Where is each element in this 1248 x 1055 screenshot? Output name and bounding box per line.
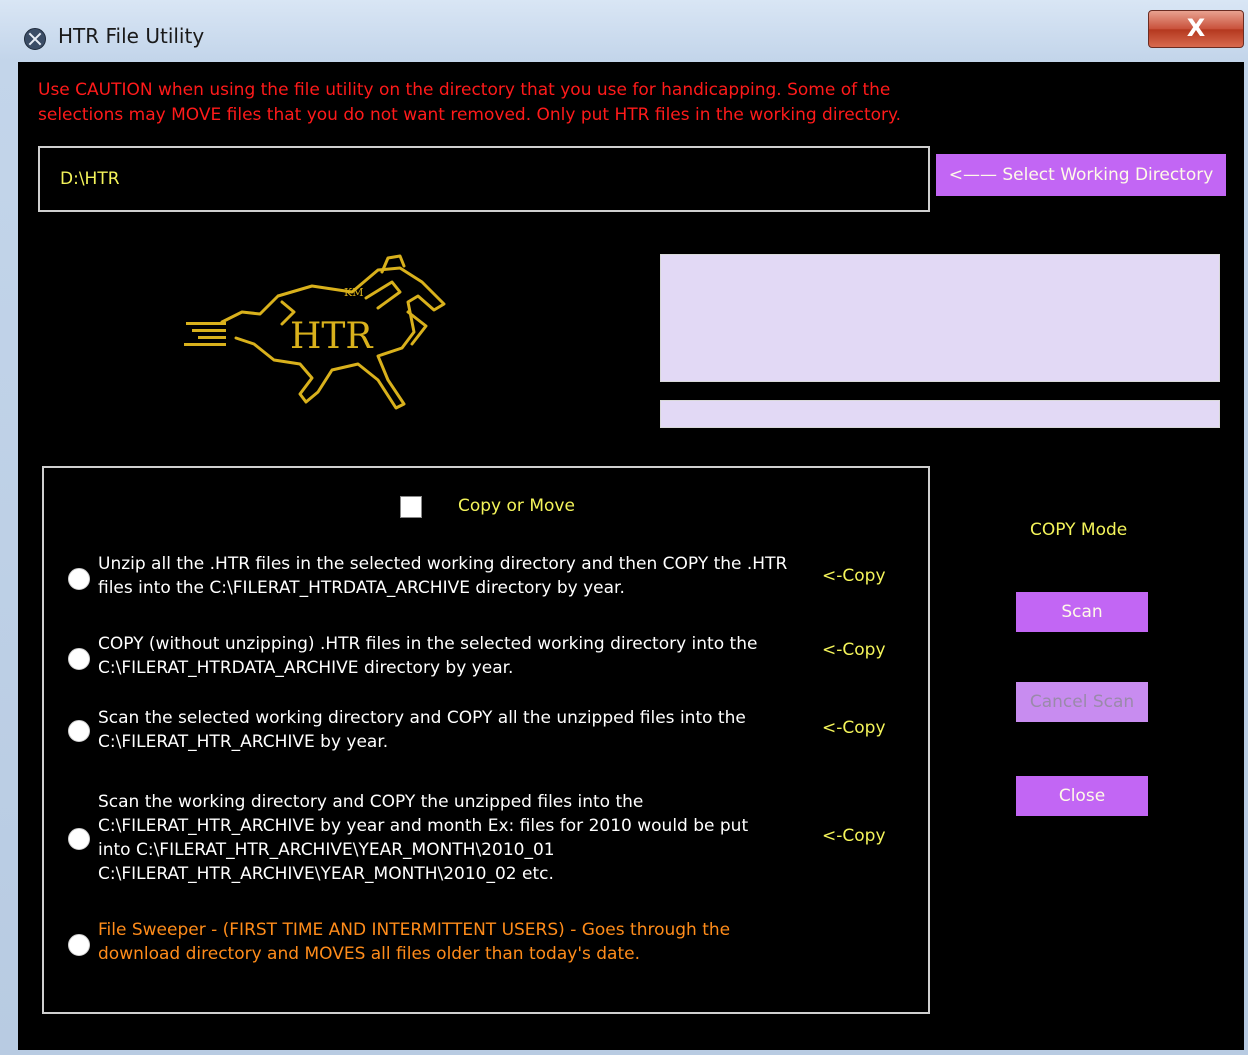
radio-scan-copy-by-month[interactable]: [68, 828, 90, 850]
radio-file-sweeper[interactable]: [68, 934, 90, 956]
options-group: Copy or Move Unzip all the .HTR files in…: [42, 466, 930, 1014]
status-panel: [660, 254, 1220, 382]
option-text: Scan the selected working directory and …: [98, 708, 746, 752]
option-text: Scan the working directory and COPY the …: [98, 792, 749, 884]
progress-bar: [660, 400, 1220, 428]
logo-text: HTR: [290, 316, 373, 357]
working-directory-value: D:\HTR: [60, 169, 120, 189]
app-window: HTR File Utility X Use CAUTION when usin…: [0, 0, 1248, 1055]
htr-horse-logo: HTR KM: [184, 254, 446, 410]
select-working-directory-button[interactable]: <—— Select Working Directory: [936, 154, 1226, 196]
client-area: Use CAUTION when using the file utility …: [18, 62, 1244, 1050]
title-bar[interactable]: HTR File Utility X: [0, 0, 1248, 62]
option-text: COPY (without unzipping) .HTR files in t…: [98, 634, 758, 678]
option-scan-copy-by-month[interactable]: Scan the working directory and COPY the …: [68, 790, 918, 890]
option-text: File Sweeper - (FIRST TIME AND INTERMITT…: [98, 920, 731, 964]
close-icon: X: [1186, 14, 1206, 42]
window-title: HTR File Utility: [58, 24, 205, 48]
copy-tag: <-Copy: [822, 566, 886, 586]
scan-button[interactable]: Scan: [1016, 592, 1148, 632]
caution-message: Use CAUTION when using the file utility …: [38, 80, 902, 125]
radio-unzip-copy[interactable]: [68, 568, 90, 590]
working-directory-field[interactable]: D:\HTR: [38, 146, 930, 212]
option-text: Unzip all the .HTR files in the selected…: [98, 554, 788, 598]
radio-scan-copy-by-year[interactable]: [68, 720, 90, 742]
option-file-sweeper[interactable]: File Sweeper - (FIRST TIME AND INTERMITT…: [68, 918, 918, 970]
option-unzip-copy[interactable]: Unzip all the .HTR files in the selected…: [68, 552, 918, 604]
app-icon: [24, 28, 46, 50]
option-scan-copy-by-year[interactable]: Scan the selected working directory and …: [68, 706, 918, 758]
window-close-button[interactable]: X: [1148, 10, 1244, 48]
cancel-scan-button[interactable]: Cancel Scan: [1016, 682, 1148, 722]
close-button[interactable]: Close: [1016, 776, 1148, 816]
mode-label: COPY Mode: [1030, 520, 1128, 540]
logo-monogram: KM: [344, 286, 363, 299]
copy-tag: <-Copy: [822, 718, 886, 738]
copy-or-move-label: Copy or Move: [458, 496, 575, 516]
copy-tag: <-Copy: [822, 640, 886, 660]
copy-or-move-checkbox[interactable]: [400, 496, 422, 518]
radio-copy-no-unzip[interactable]: [68, 648, 90, 670]
option-copy-no-unzip[interactable]: COPY (without unzipping) .HTR files in t…: [68, 632, 918, 684]
copy-tag: <-Copy: [822, 826, 886, 846]
